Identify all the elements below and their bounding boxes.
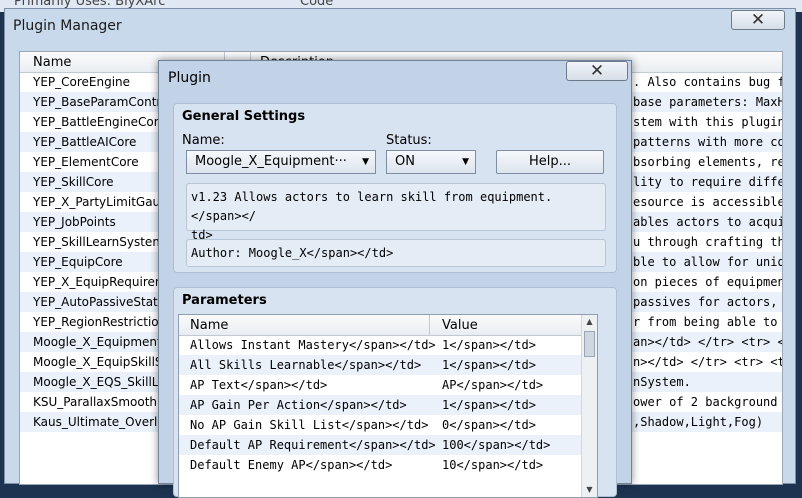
description-box: v1.23 Allows actors to learn skill from …	[186, 183, 606, 242]
window-title: Plugin Manager	[13, 18, 122, 34]
plugin-description-cell: ables actors to acquir	[633, 215, 783, 229]
parameter-value-cell: 1</span></td>	[442, 358, 536, 372]
plugin-name-cell: YEP_JobPoints	[33, 215, 116, 229]
parameter-value-cell: AP</span></td>	[442, 378, 544, 392]
parameter-row[interactable]: Default AP Requirement</span></td> 100</s…	[179, 435, 583, 455]
column-header-name[interactable]: Name	[190, 318, 228, 333]
status-value: ON	[395, 154, 415, 169]
plugin-dialog: Plugin ✕ General Settings Name: Status: …	[158, 60, 632, 498]
parameter-value-cell: 10</span></td>	[442, 458, 544, 472]
status-select[interactable]: ON ▼	[386, 150, 476, 174]
column-header-name[interactable]: Name	[33, 55, 71, 70]
plugin-name-cell: YEP_BattleEngineCore	[33, 115, 166, 129]
group-title-general-settings: General Settings	[182, 109, 306, 124]
general-settings-group: General Settings Name: Status: Moogle_X_…	[173, 103, 617, 273]
plugin-description-cell: passives for actors,	[633, 295, 778, 309]
plugin-description-cell: stem with this plugin	[633, 115, 783, 129]
chevron-down-icon: ▼	[362, 157, 369, 167]
plugin-description-cell: patterns with more cor	[633, 135, 783, 149]
help-button[interactable]: Help...	[496, 150, 604, 174]
plugin-name-cell: YEP_CoreEngine	[33, 75, 131, 89]
plugin-name-cell: YEP_BattleAICore	[33, 135, 137, 149]
plugin-name-cell: YEP_AutoPassiveStates	[33, 295, 172, 309]
plugin-description-cell: an></td> </tr> <tr> <t	[633, 335, 783, 349]
author-text: Author: Moogle_X</span></td>	[191, 246, 394, 260]
plugin-name-cell: YEP_EquipCore	[33, 255, 123, 269]
plugin-description-cell: bsorbing elements, ref	[633, 155, 783, 169]
plugin-name-select[interactable]: Moogle_X_Equipment··· ▼	[186, 150, 376, 174]
parameter-value-cell: 1</span></td>	[442, 338, 536, 352]
plugin-description-cell: on pieces of equipment	[633, 275, 783, 289]
parameter-name-cell: Default Enemy AP</span></td>	[190, 458, 393, 472]
vertical-scrollbar[interactable]: ▲ ▼	[581, 315, 597, 497]
column-separator[interactable]	[429, 315, 430, 335]
parameter-name-cell: AP Text</span></td>	[190, 378, 328, 392]
plugin-description-cell: esource is accessible	[633, 195, 783, 209]
plugin-description-cell: base parameters: MaxHP	[633, 95, 783, 109]
parameter-row[interactable]: No AP Gain Skill List</span></td> 0</span…	[179, 415, 583, 435]
plugin-name-cell: YEP_SkillLearnSystem	[33, 235, 165, 249]
parameter-name-cell: All Skills Learnable</span></td>	[190, 358, 422, 372]
plugin-name-cell: YEP_BaseParamControl	[33, 95, 172, 109]
plugin-name-cell: KSU_ParallaxSmoothing	[33, 395, 176, 409]
parameter-value-cell: 100</span></td>	[442, 438, 551, 452]
parameter-name-cell: No AP Gain Skill List</span></td>	[190, 418, 429, 432]
parameter-value-cell: 0</span></td>	[442, 418, 536, 432]
parameter-row[interactable]: Default Enemy AP</span></td> 10</span></t…	[179, 455, 583, 475]
status-label: Status:	[386, 133, 432, 148]
dialog-close-button[interactable]: ✕	[566, 61, 628, 81]
plugin-description-cell: ble to allow for uniqu	[633, 255, 783, 269]
plugin-name-cell: YEP_ElementCore	[33, 155, 139, 169]
plugin-description-cell: . Also contains bug fi	[633, 75, 783, 89]
plugin-description-cell: r from being able to w	[633, 315, 783, 329]
parameters-table[interactable]: Name Value Allows Instant Mastery</span>…	[178, 314, 598, 498]
parameter-name-cell: Default AP Requirement</span></td>	[190, 438, 436, 452]
scrollbar-thumb[interactable]	[584, 331, 595, 357]
name-label: Name:	[182, 133, 225, 148]
close-button[interactable]: ✕	[731, 10, 785, 30]
group-title-parameters: Parameters	[182, 293, 267, 308]
plugin-description-cell: u through crafting the	[633, 235, 783, 249]
column-header-value[interactable]: Value	[442, 318, 478, 333]
description-line: v1.23 Allows actors to learn skill from …	[191, 190, 553, 223]
parameter-row[interactable]: All Skills Learnable</span></td> 1</span>…	[179, 355, 583, 375]
plugin-description-cell: ower of 2 background i	[633, 395, 783, 409]
parameter-row[interactable]: AP Gain Per Action</span></td> 1</span></…	[179, 395, 583, 415]
close-icon: ✕	[589, 61, 605, 81]
parameter-row[interactable]: AP Text</span></td> AP</span></td>	[179, 375, 583, 395]
plugin-description-cell: n></td> </tr> <tr> <td	[633, 355, 783, 369]
parameters-group: Parameters Name Value Allows Instant Mas…	[173, 287, 617, 498]
parameter-name-cell: AP Gain Per Action</span></td>	[190, 398, 407, 412]
plugin-name-cell: YEP_SkillCore	[33, 175, 114, 189]
plugin-name-cell: YEP_RegionRestrictions	[33, 315, 173, 329]
plugin-name-value: Moogle_X_Equipment···	[195, 154, 347, 169]
parameter-name-cell: Allows Instant Mastery</span></td>	[190, 338, 436, 352]
plugin-description-cell: ,Shadow,Light,Fog)	[633, 415, 764, 429]
scroll-down-icon[interactable]: ▼	[582, 483, 597, 497]
scroll-up-icon[interactable]: ▲	[582, 315, 597, 329]
parameter-value-cell: 1</span></td>	[442, 398, 536, 412]
parameters-header: Name Value	[179, 315, 583, 336]
plugin-description-cell: nSystem.	[633, 375, 691, 389]
close-icon: ✕	[750, 10, 766, 30]
parameter-row[interactable]: Allows Instant Mastery</span></td> 1</spa…	[179, 335, 583, 355]
dialog-title: Plugin	[168, 70, 211, 86]
chevron-down-icon: ▼	[462, 157, 469, 167]
plugin-name-cell: YEP_X_PartyLimitGauge	[33, 195, 176, 209]
plugin-description-cell: lity to require differ	[633, 175, 783, 189]
author-box: Author: Moogle_X</span></td>	[186, 239, 606, 267]
plugin-name-cell: Kaus_Ultimate_Overlay	[33, 415, 172, 429]
